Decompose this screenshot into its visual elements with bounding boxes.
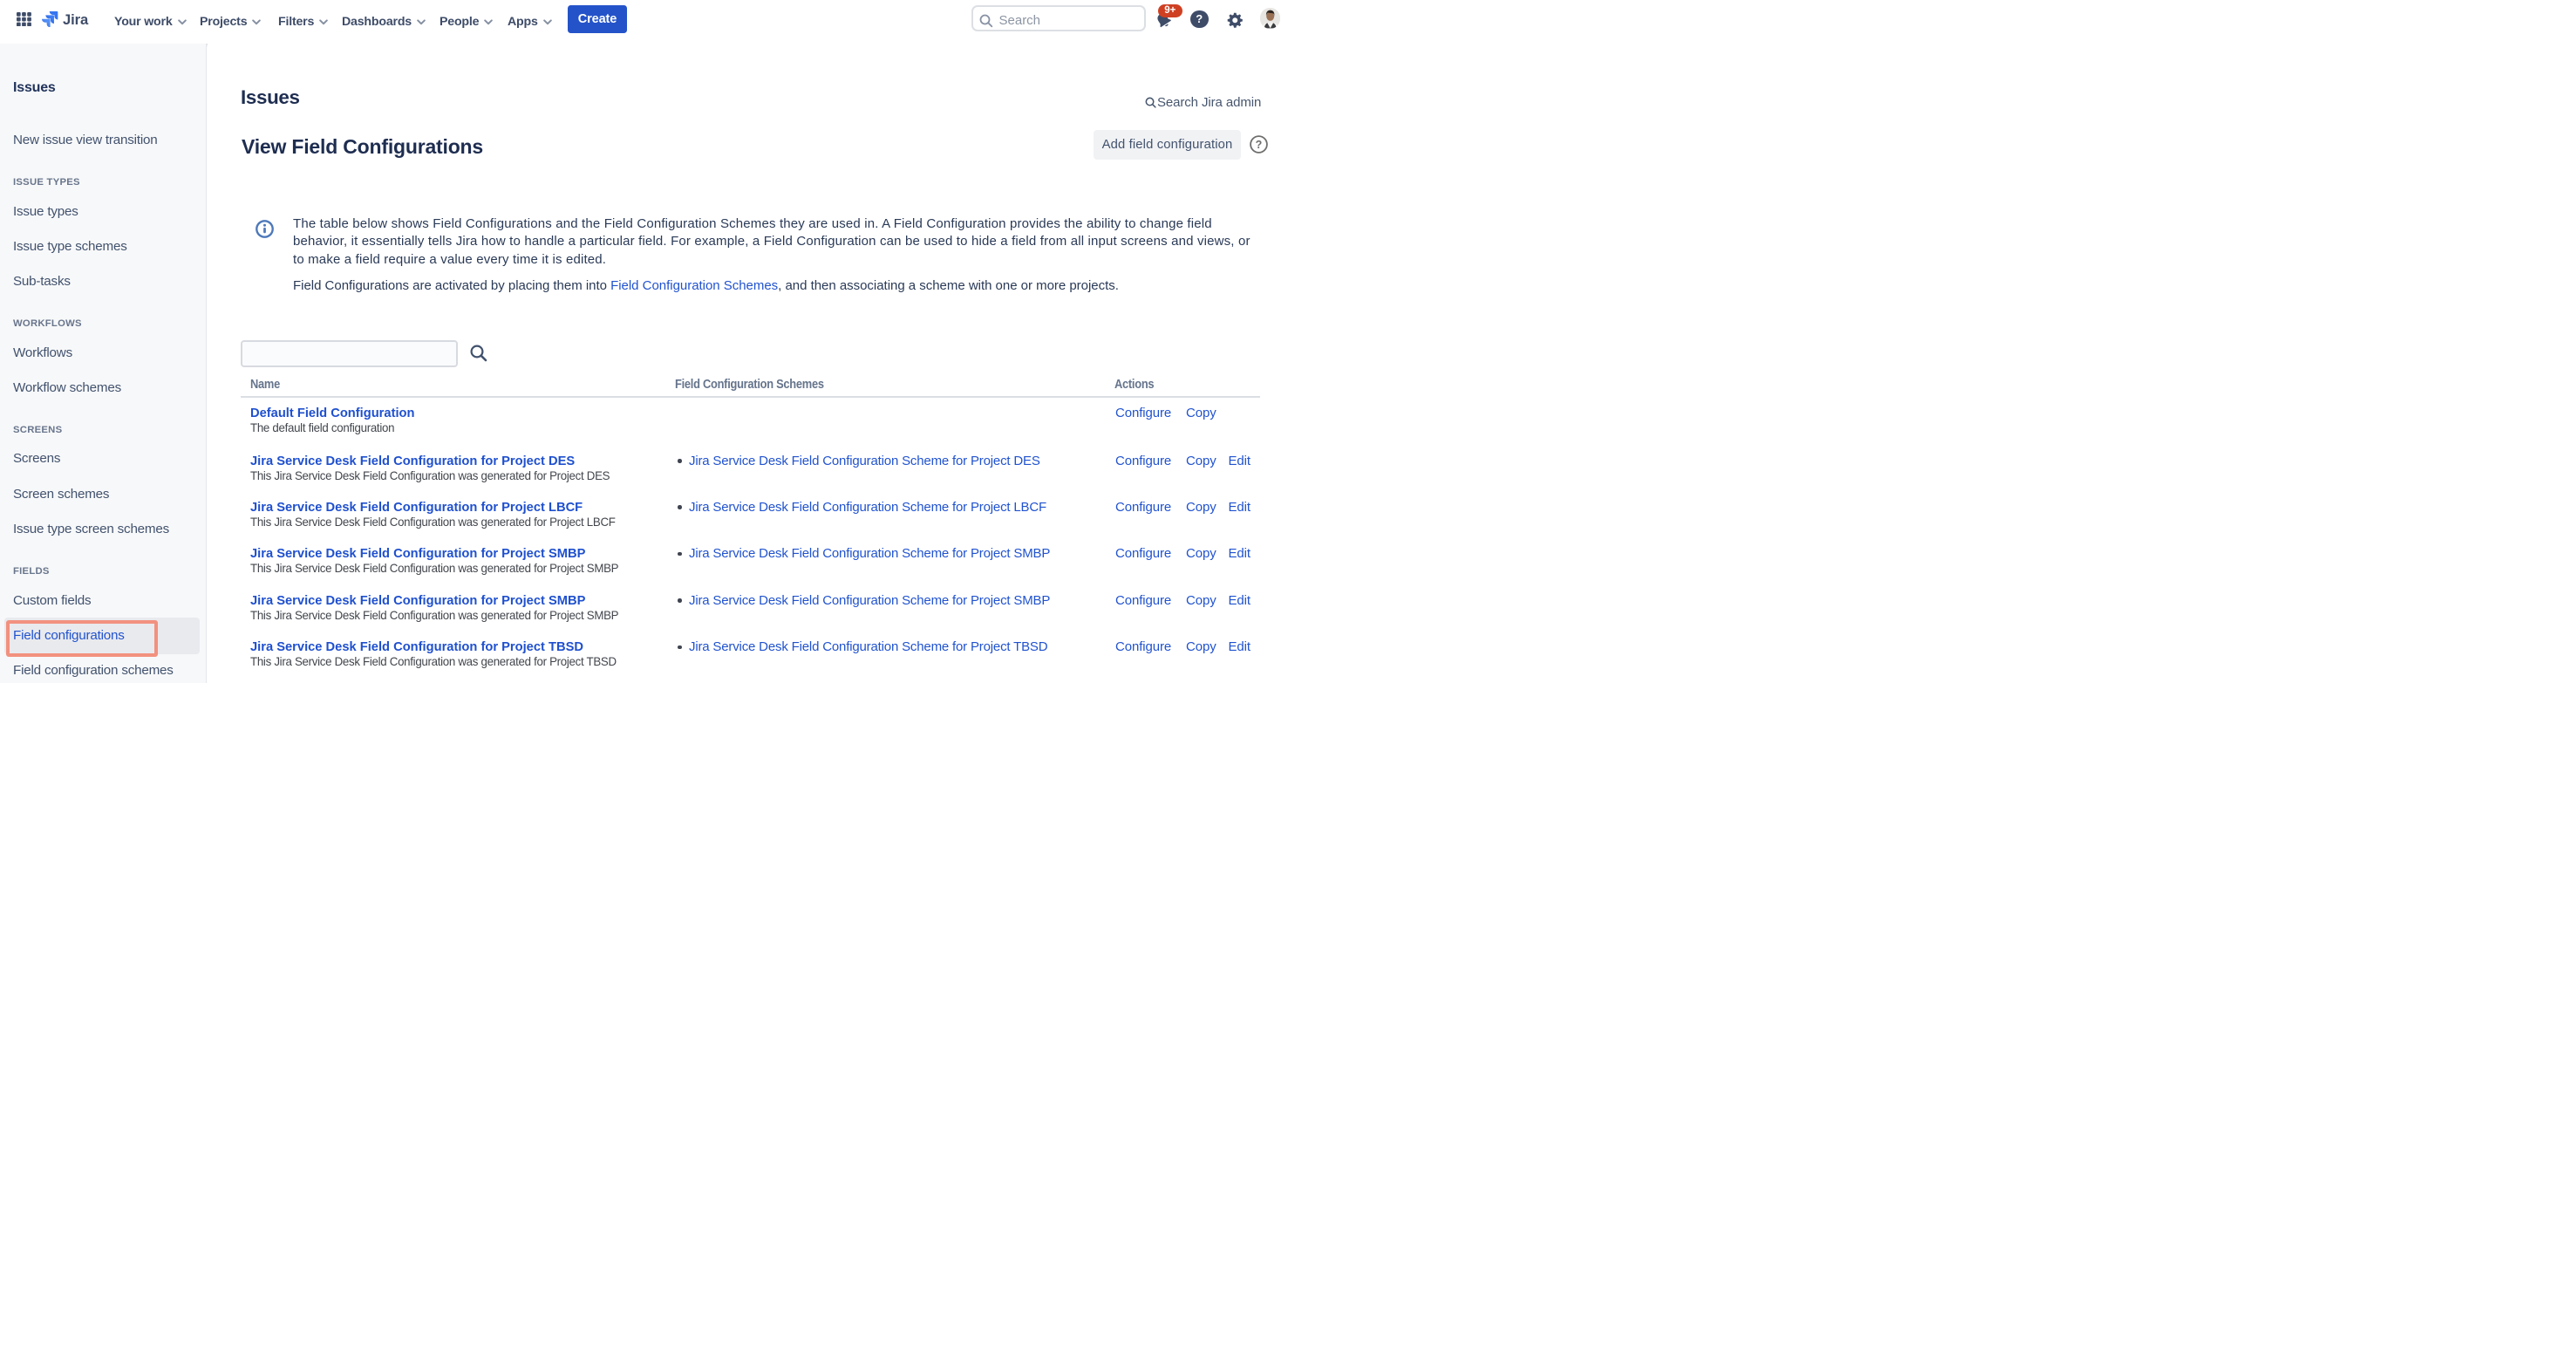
- svg-text:?: ?: [1256, 139, 1263, 151]
